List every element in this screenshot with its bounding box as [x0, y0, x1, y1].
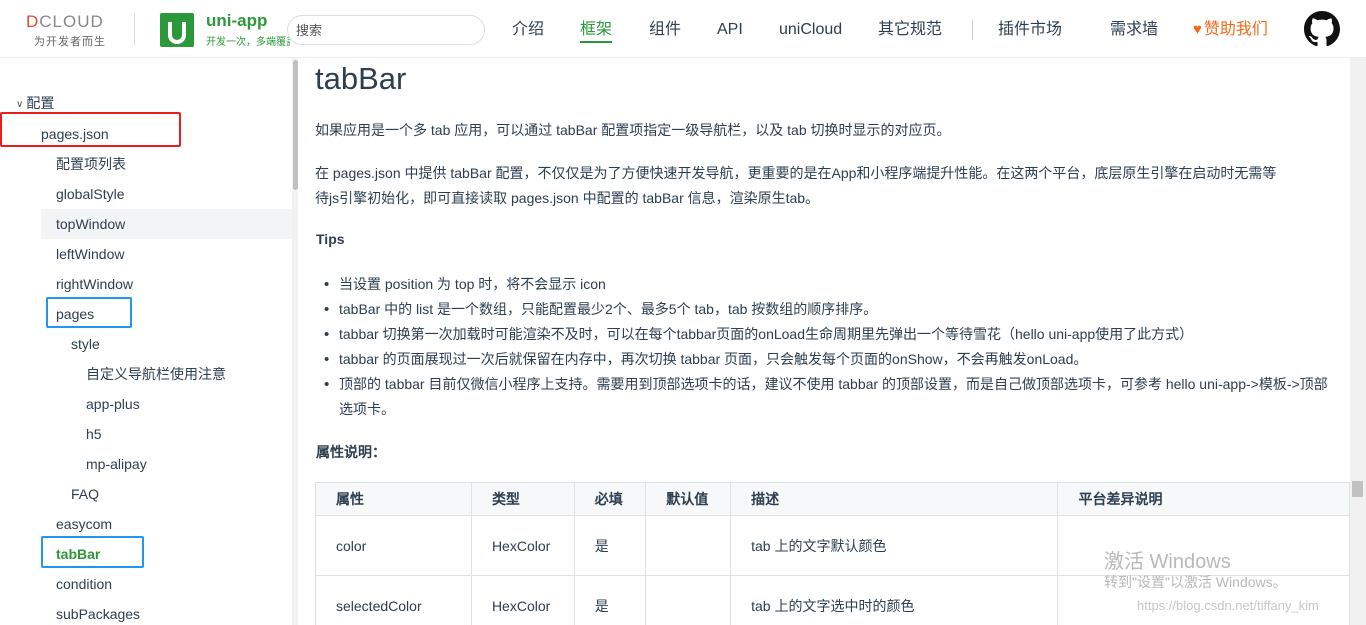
table-header: 平台差异说明 [1057, 482, 1350, 516]
table-header: 类型 [470, 482, 575, 516]
nav-components[interactable]: 组件 [649, 20, 681, 40]
list-item: tabbar 的页面展现过一次后就保留在内存中，再次切换 tabbar 页面，只… [321, 347, 1350, 372]
table-cell: color [315, 515, 472, 576]
list-item: tabBar 中的 list 是一个数组，只能配置最少2个、最多5个 tab，t… [321, 297, 1350, 322]
activate-windows-hint: 转到"设置"以激活 Windows。 [1104, 574, 1287, 590]
table-header: 属性 [315, 482, 472, 516]
sidebar-scrollbar-thumb[interactable] [293, 60, 298, 190]
table-cell: 是 [573, 515, 647, 576]
table-cell: selectedColor [315, 575, 472, 625]
highlight-box-blue [46, 297, 132, 328]
search-input[interactable] [287, 15, 485, 45]
dcloud-logo-word: CLOUD [39, 12, 104, 31]
page-scrollbar-track[interactable] [1350, 58, 1366, 625]
nav-intro[interactable]: 介绍 [512, 20, 544, 40]
tips-heading: Tips [316, 231, 345, 247]
sidebar-item-style[interactable]: style [71, 334, 100, 354]
nav-other-specs[interactable]: 其它规范 [878, 20, 942, 40]
sidebar-group-label: 配置 [26, 95, 55, 111]
sidebar-item-topwindow[interactable]: topWindow [41, 209, 292, 239]
heart-icon: ♥ [1193, 21, 1202, 38]
sidebar-item-custom-navbar[interactable]: 自定义导航栏使用注意 [86, 364, 226, 384]
highlight-box-red [0, 112, 181, 147]
sidebar-item-config-list[interactable]: 配置项列表 [56, 154, 126, 174]
intro-paragraph: 如果应用是一个多 tab 应用，可以通过 tabBar 配置项指定一级导航栏，以… [315, 122, 951, 138]
list-item: tabbar 切换第一次加载时可能渲染不及时，可以在每个tabbar页面的onL… [321, 322, 1350, 347]
nav-requirements-wall[interactable]: 需求墙 [1110, 20, 1158, 40]
nav-api[interactable]: API [717, 20, 743, 40]
table-header-row: 属性 类型 必填 默认值 描述 平台差异说明 [315, 482, 1350, 516]
attributes-heading: 属性说明： [316, 444, 386, 460]
source-url-watermark: https://blog.csdn.net/tiffany_kim [1137, 598, 1319, 613]
sidebar-item-subpackages[interactable]: subPackages [56, 604, 140, 624]
page-title: tabBar [315, 61, 407, 96]
nav-framework[interactable]: 框架 [580, 20, 613, 43]
tips-list: 当设置 position 为 top 时，将不会显示 icon tabBar 中… [321, 272, 1350, 422]
uni-app-slogan: 开发一次，多端覆盖 [206, 37, 290, 48]
activate-windows-title: 激活 Windows [1104, 551, 1231, 573]
table-cell: HexColor [470, 515, 575, 576]
sidebar-item-rightwindow[interactable]: rightWindow [56, 274, 133, 294]
dcloud-logo[interactable]: DCLOUD 为开发者而生 [26, 12, 118, 48]
logo-divider [134, 13, 135, 45]
sponsor-label: 赞助我们 [1203, 21, 1268, 38]
sidebar-item-globalstyle[interactable]: globalStyle [56, 184, 125, 204]
table-cell: tab 上的文字选中时的颜色 [730, 575, 1059, 625]
sponsor-link[interactable]: ♥ 赞助我们 [1193, 20, 1268, 40]
nav-unicloud[interactable]: uniCloud [779, 20, 842, 40]
list-item: 顶部的 tabbar 目前仅微信小程序上支持。需要用到顶部选项卡的话，建议不使用… [321, 372, 1350, 422]
table-cell [645, 575, 732, 625]
paragraph-line: 在 pages.json 中提供 tabBar 配置，不仅仅是为了方便快速开发导… [315, 165, 1277, 181]
table-cell [645, 515, 732, 576]
uni-app-logo-icon[interactable] [160, 13, 194, 47]
sidebar-item-h5[interactable]: h5 [86, 424, 102, 444]
nav-divider [972, 20, 973, 40]
paragraph-line: 待js引擎初始化，即可直接读取 pages.json 中配置的 tabBar 信… [315, 190, 820, 206]
sidebar-item-app-plus[interactable]: app-plus [86, 394, 140, 414]
table-header: 描述 [730, 482, 1059, 516]
highlight-box-blue [41, 536, 144, 568]
dcloud-slogan: 为开发者而生 [34, 36, 106, 48]
dcloud-logo-text: DCLOUD [26, 12, 104, 31]
sidebar-item-easycom[interactable]: easycom [56, 514, 112, 534]
table-cell: HexColor [470, 575, 575, 625]
table-header: 默认值 [645, 482, 732, 516]
main-content: tabBar 如果应用是一个多 tab 应用，可以通过 tabBar 配置项指定… [315, 58, 1350, 625]
sidebar-item-mp-alipay[interactable]: mp-alipay [86, 454, 147, 474]
table-header: 必填 [573, 482, 647, 516]
sidebar: ∨ 配置 pages.json 配置项列表 globalStyle topWind… [0, 58, 298, 625]
sidebar-item-faq[interactable]: FAQ [71, 484, 99, 504]
table-cell: tab 上的文字默认颜色 [730, 515, 1059, 576]
sidebar-item-leftwindow[interactable]: leftWindow [56, 244, 124, 264]
top-navbar: DCLOUD 为开发者而生 uni-app 开发一次，多端覆盖 介绍 框架 组件… [0, 0, 1366, 58]
table-cell: 是 [573, 575, 647, 625]
github-icon[interactable] [1304, 11, 1340, 47]
list-item: 当设置 position 为 top 时，将不会显示 icon [321, 272, 1350, 297]
sidebar-item-condition[interactable]: condition [56, 574, 112, 594]
page-scrollbar-thumb[interactable] [1352, 481, 1363, 497]
nav-plugin-market[interactable]: 插件市场 [998, 20, 1062, 40]
uni-app-name[interactable]: uni-app [206, 11, 267, 31]
